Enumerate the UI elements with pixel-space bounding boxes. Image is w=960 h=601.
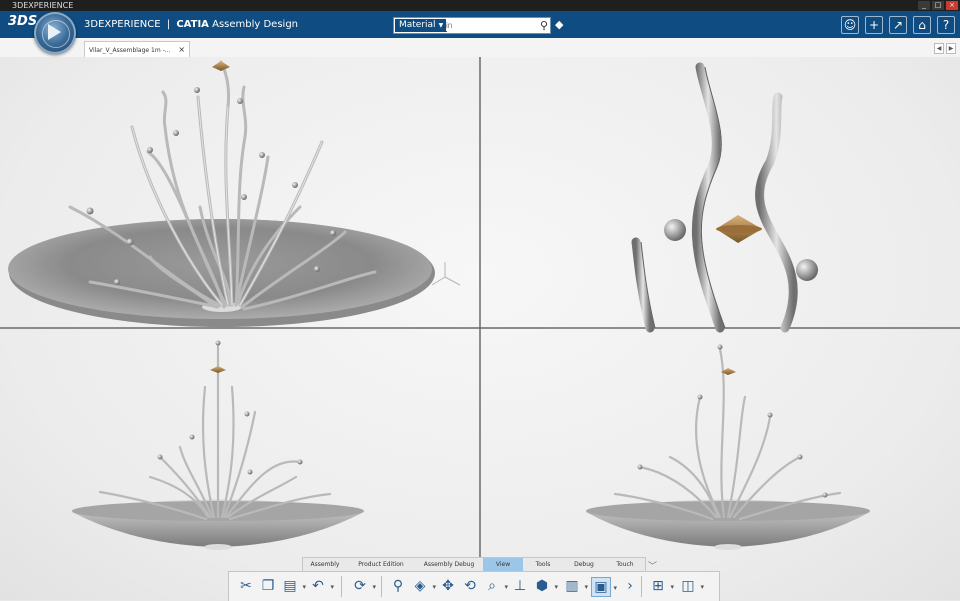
axis-triad-icon	[431, 262, 461, 286]
tab-view[interactable]: View	[483, 558, 523, 572]
home-icon[interactable]: ⌂	[913, 16, 931, 34]
user-icon[interactable]: ☺	[841, 16, 859, 34]
tab-product-edition[interactable]: Product Edition	[347, 558, 415, 572]
rotate-icon[interactable]: ⟲	[461, 577, 479, 595]
toolbar-separator	[381, 576, 382, 597]
tree-icon[interactable]: ⊞	[649, 577, 674, 596]
view-top-right-detail[interactable]	[631, 62, 818, 333]
product-label: CATIA	[176, 19, 209, 30]
snapshot-icon[interactable]: ◫	[679, 577, 704, 596]
header-right-icons: ☺ + ↗ ⌂ ?	[841, 16, 955, 34]
tab-tools[interactable]: Tools	[523, 558, 563, 572]
close-tab-icon[interactable]: ×	[178, 45, 185, 54]
3d-viewport[interactable]	[0, 57, 960, 600]
window-title: 3DEXPERIENCE	[12, 1, 74, 10]
window-titlebar: 3DEXPERIENCE _ □ ×	[0, 0, 960, 11]
view-top-left-isometric[interactable]	[8, 60, 461, 327]
search-input[interactable]	[446, 19, 526, 31]
search-bar: Material▼ ⚲	[393, 17, 551, 34]
help-icon[interactable]: ?	[937, 16, 955, 34]
plus-icon[interactable]: +	[865, 16, 883, 34]
tag-icon[interactable]: ◆	[555, 18, 563, 31]
title-separator: |	[166, 19, 171, 30]
cut-icon[interactable]: ✂	[237, 577, 255, 595]
minimize-icon[interactable]: _	[918, 1, 930, 10]
share-icon[interactable]: ↗	[889, 16, 907, 34]
hide-show-icon[interactable]: ▥	[563, 577, 588, 596]
app-title: 3DEXPERIENCE | CATIA Assembly Design	[84, 11, 298, 38]
render-style-icon[interactable]: ⬢	[533, 577, 558, 596]
normal-view-icon[interactable]: ⊥	[511, 577, 529, 595]
viewport-canvas[interactable]	[0, 57, 960, 600]
search-scope-label: Material	[399, 20, 436, 30]
undo-icon[interactable]: ↶	[309, 577, 334, 596]
action-bar-tools: ✂ ❐ ▤ ↶ ⟳ ⚲ ◈ ✥ ⟲ ⌕ ⊥ ⬢ ▥ ▣ › ⊞ ◫	[228, 571, 720, 601]
3ds-logo: 3DS	[8, 14, 38, 29]
action-bar: Assembly Product Edition Assembly Debug …	[228, 557, 720, 601]
toolbar-separator	[341, 576, 342, 597]
copy-icon[interactable]: ❐	[259, 577, 277, 595]
toolbar-separator	[641, 576, 642, 597]
view-cube-icon[interactable]: ◈	[411, 577, 436, 596]
multi-view-icon[interactable]: ▣	[591, 577, 617, 597]
tab-touch[interactable]: Touch	[605, 558, 645, 572]
chevron-down-icon: ▼	[438, 22, 444, 29]
zoom-in-icon[interactable]: ⌕	[483, 577, 508, 596]
action-bar-tabs: Assembly Product Edition Assembly Debug …	[302, 557, 646, 572]
view-bottom-left-front[interactable]	[72, 340, 364, 551]
close-icon[interactable]: ×	[946, 1, 958, 10]
compass-icon[interactable]	[34, 12, 76, 54]
chevron-left-icon[interactable]: ◀	[934, 43, 944, 54]
zoom-icon[interactable]: ⚲	[389, 577, 407, 595]
pan-icon[interactable]: ✥	[439, 577, 457, 595]
window-controls: _ □ ×	[918, 1, 958, 10]
next-icon[interactable]: ›	[621, 577, 639, 595]
tab-scroll-arrows: ◀ ▶	[934, 43, 956, 54]
paste-icon[interactable]: ▤	[281, 577, 306, 596]
document-tab-label: Vilar_V_Assemblage 1m -...	[89, 47, 171, 54]
document-tab-bar: Vilar_V_Assemblage 1m -... × ◀ ▶	[0, 38, 960, 58]
tab-assembly-debug[interactable]: Assembly Debug	[415, 558, 483, 572]
tab-debug[interactable]: Debug	[563, 558, 605, 572]
app-name-label: Assembly Design	[212, 19, 299, 30]
chevron-right-icon[interactable]: ▶	[946, 43, 956, 54]
update-icon[interactable]: ⟳	[351, 577, 376, 596]
maximize-icon[interactable]: □	[932, 1, 944, 10]
document-tab[interactable]: Vilar_V_Assemblage 1m -... ×	[84, 41, 191, 57]
tab-assembly[interactable]: Assembly	[303, 558, 347, 572]
view-bottom-right-side[interactable]	[586, 344, 870, 551]
search-scope-dropdown[interactable]: Material ▼	[395, 19, 448, 32]
search-icon[interactable]: ⚲	[540, 18, 548, 33]
play-icon	[48, 24, 61, 40]
brand-label: 3DEXPERIENCE	[84, 19, 161, 30]
